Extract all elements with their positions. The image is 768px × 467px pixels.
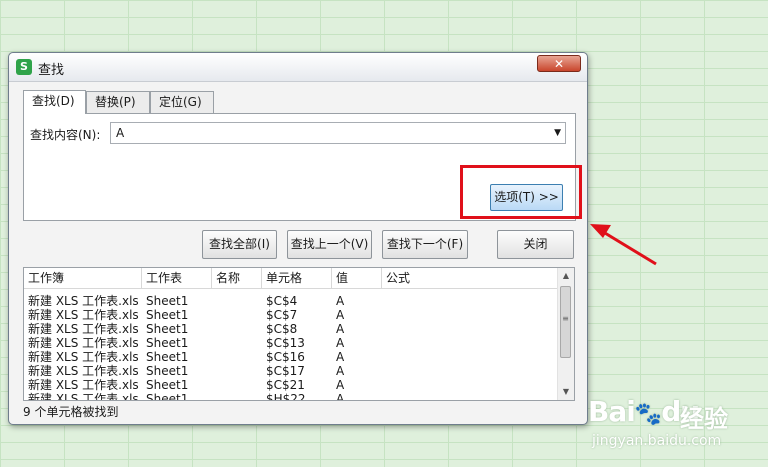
cell-value: A <box>336 322 345 336</box>
cell-address: $C$17 <box>266 364 305 378</box>
scrollbar-thumb[interactable]: ≡ <box>560 286 571 358</box>
column-header-name[interactable]: 名称 <box>212 268 262 288</box>
cell-value: A <box>336 294 345 308</box>
close-window-button[interactable]: ✕ <box>537 55 581 72</box>
result-row[interactable]: 新建 XLS 工作表.xls Sheet1 $C$13 A <box>24 336 559 350</box>
cell-value: A <box>336 350 345 364</box>
column-header-cell[interactable]: 单元格 <box>262 268 332 288</box>
result-row[interactable]: 新建 XLS 工作表.xls Sheet1 $C$4 A <box>24 294 559 308</box>
tab-goto[interactable]: 定位(G) <box>150 91 214 113</box>
results-header: 工作簿 工作表 名称 单元格 值 公式 <box>24 268 559 289</box>
cell-value: A <box>336 392 345 401</box>
result-row[interactable]: 新建 XLS 工作表.xls Sheet1 $C$16 A <box>24 350 559 364</box>
watermark-url: jingyan.baidu.com <box>592 433 722 449</box>
cell-address: $C$21 <box>266 378 305 392</box>
cell-address: $C$16 <box>266 350 305 364</box>
status-text: 9 个单元格被找到 <box>23 405 119 419</box>
column-header-sheet[interactable]: 工作表 <box>142 268 212 288</box>
find-next-button[interactable]: 查找下一个(F) <box>382 230 468 259</box>
cell-workbook: 新建 XLS 工作表.xls <box>28 294 139 308</box>
cell-workbook: 新建 XLS 工作表.xls <box>28 392 139 401</box>
arrow-head <box>590 224 611 238</box>
results-scrollbar[interactable]: ▲ ≡ ▼ <box>557 268 574 400</box>
column-header-value[interactable]: 值 <box>332 268 382 288</box>
cell-sheet: Sheet1 <box>146 392 189 401</box>
cell-workbook: 新建 XLS 工作表.xls <box>28 322 139 336</box>
wps-app-icon: S <box>16 59 32 75</box>
tab-find[interactable]: 查找(D) <box>23 90 86 114</box>
arrow-shaft <box>599 228 657 266</box>
cell-address: $C$4 <box>266 294 298 308</box>
cell-workbook: 新建 XLS 工作表.xls <box>28 364 139 378</box>
results-rows: 新建 XLS 工作表.xls Sheet1 $C$4 A 新建 XLS 工作表.… <box>24 294 559 401</box>
cell-workbook: 新建 XLS 工作表.xls <box>28 378 139 392</box>
find-previous-button[interactable]: 查找上一个(V) <box>287 230 372 259</box>
cell-workbook: 新建 XLS 工作表.xls <box>28 336 139 350</box>
column-header-formula[interactable]: 公式 <box>382 268 559 288</box>
cell-value: A <box>336 308 345 322</box>
tab-replace[interactable]: 替换(P) <box>86 91 150 113</box>
find-content-input[interactable]: A ▼ <box>110 122 566 144</box>
cell-sheet: Sheet1 <box>146 308 189 322</box>
find-dialog: S 查找 ✕ 查找(D) 替换(P) 定位(G) 查找内容(N): A ▼ 选项… <box>8 52 588 425</box>
cell-sheet: Sheet1 <box>146 294 189 308</box>
cell-sheet: Sheet1 <box>146 364 189 378</box>
cell-address: $C$8 <box>266 322 298 336</box>
dialog-title: 查找 <box>38 63 65 78</box>
find-content-value: A <box>116 126 125 140</box>
cell-sheet: Sheet1 <box>146 322 189 336</box>
find-content-label: 查找内容(N): <box>30 128 101 142</box>
result-row[interactable]: 新建 XLS 工作表.xls Sheet1 $C$7 A <box>24 308 559 322</box>
close-button[interactable]: 关闭 <box>497 230 574 259</box>
result-row[interactable]: 新建 XLS 工作表.xls Sheet1 $H$22 A <box>24 392 559 401</box>
result-row[interactable]: 新建 XLS 工作表.xls Sheet1 $C$21 A <box>24 378 559 392</box>
cell-address: $H$22 <box>266 392 306 401</box>
cell-address: $C$7 <box>266 308 298 322</box>
cell-address: $C$13 <box>266 336 305 350</box>
watermark-cn: 经验 <box>680 405 728 433</box>
dialog-titlebar[interactable]: S 查找 ✕ <box>9 53 587 82</box>
cell-workbook: 新建 XLS 工作表.xls <box>28 308 139 322</box>
cell-sheet: Sheet1 <box>146 336 189 350</box>
result-row[interactable]: 新建 XLS 工作表.xls Sheet1 $C$17 A <box>24 364 559 378</box>
scroll-down-icon[interactable]: ▼ <box>558 384 574 400</box>
baidu-jingyan-watermark: Bai🐾du 经验 jingyan.baidu.com <box>588 395 766 457</box>
options-highlight-box <box>460 165 582 219</box>
dropdown-arrow-icon[interactable]: ▼ <box>554 123 561 143</box>
column-header-workbook[interactable]: 工作簿 <box>24 268 142 288</box>
results-list[interactable]: 工作簿 工作表 名称 单元格 值 公式 新建 XLS 工作表.xls Sheet… <box>23 267 575 401</box>
cell-value: A <box>336 378 345 392</box>
scroll-up-icon[interactable]: ▲ <box>558 268 574 284</box>
cell-value: A <box>336 364 345 378</box>
result-row[interactable]: 新建 XLS 工作表.xls Sheet1 $C$8 A <box>24 322 559 336</box>
cell-workbook: 新建 XLS 工作表.xls <box>28 350 139 364</box>
paw-icon: 🐾 <box>634 402 662 427</box>
cell-value: A <box>336 336 345 350</box>
cell-sheet: Sheet1 <box>146 378 189 392</box>
find-all-button[interactable]: 查找全部(I) <box>202 230 277 259</box>
cell-sheet: Sheet1 <box>146 350 189 364</box>
